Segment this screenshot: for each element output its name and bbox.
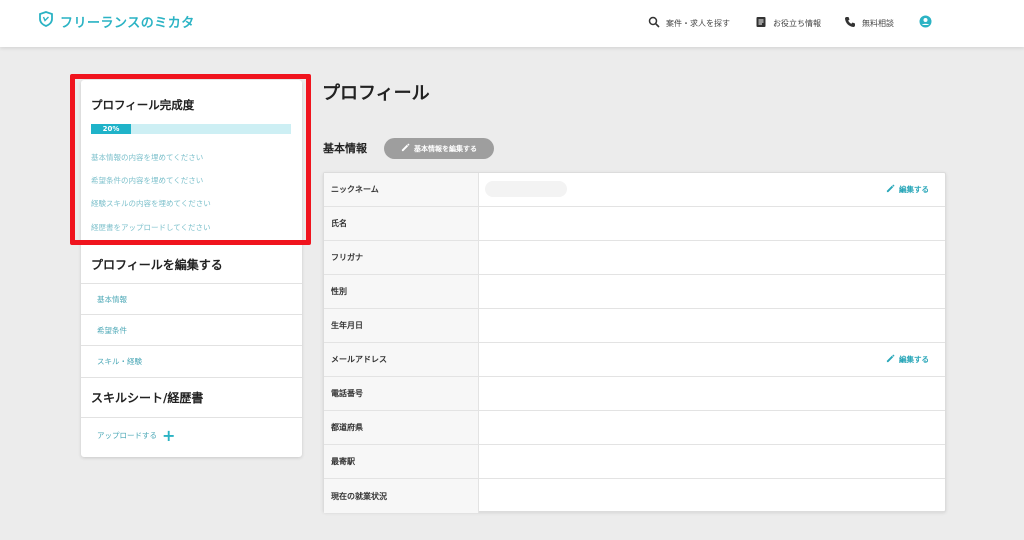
skill-sheet-title: スキルシート/経歴書 — [91, 391, 204, 405]
nav-free-consultation[interactable]: 無料相談 — [844, 16, 894, 30]
table-row-phone: 電話番号 — [324, 377, 945, 411]
basic-info-table: ニックネーム 編集する 氏名 フリガナ 性別 生年月日 メールアドレス 編集する — [323, 172, 946, 513]
nav-useful-info[interactable]: お役立ち情報 — [755, 16, 821, 30]
page-title: プロフィール — [322, 83, 430, 104]
edit-nickname-link[interactable]: 編集する — [886, 184, 929, 195]
completion-progress-bar: 20% — [91, 124, 291, 134]
table-row-email: メールアドレス 編集する — [324, 343, 945, 377]
site-logo[interactable]: フリーランスのミカタ — [38, 11, 195, 31]
logo-text: フリーランスのミカタ — [60, 15, 195, 31]
table-row-nearest-station: 最寄駅 — [324, 445, 945, 479]
table-row-gender: 性別 — [324, 275, 945, 309]
row-label: 氏名 — [324, 207, 479, 240]
sidebar-link-preferences[interactable]: 希望条件 — [97, 325, 127, 336]
nav-consult-label: 無料相談 — [862, 18, 894, 28]
nav-info-label: お役立ち情報 — [773, 18, 821, 28]
row-label: 現在の就業状況 — [324, 479, 479, 513]
row-label: 都道府県 — [324, 411, 479, 444]
sidebar-divider — [81, 314, 302, 315]
edit-email-link[interactable]: 編集する — [886, 354, 929, 365]
todo-basic-info[interactable]: 基本情報の内容を埋めてください — [91, 152, 203, 163]
phone-icon — [844, 16, 856, 30]
table-row-employment-status: 現在の就業状況 — [324, 479, 945, 513]
row-label: ニックネーム — [324, 173, 479, 206]
plus-icon: + — [162, 425, 176, 445]
pencil-icon — [886, 184, 895, 195]
sidebar-divider — [81, 283, 302, 284]
table-row-furigana: フリガナ — [324, 241, 945, 275]
table-row-birthdate: 生年月日 — [324, 309, 945, 343]
row-value — [479, 275, 945, 308]
top-header: フリーランスのミカタ 案件・求人を探す お役立ち情報 無料相談 — [0, 0, 1024, 47]
edit-basic-info-label: 基本情報を編集する — [414, 144, 477, 153]
edit-label: 編集する — [899, 185, 929, 194]
row-label: 生年月日 — [324, 309, 479, 342]
table-row-name: 氏名 — [324, 207, 945, 241]
sidebar-link-basic-info[interactable]: 基本情報 — [97, 294, 127, 305]
row-value — [479, 479, 945, 513]
account-menu[interactable] — [919, 15, 932, 30]
row-value — [479, 445, 945, 478]
row-label: メールアドレス — [324, 343, 479, 376]
row-label: フリガナ — [324, 241, 479, 274]
pencil-icon — [886, 354, 895, 365]
sidebar-link-skills[interactable]: スキル・経験 — [97, 356, 142, 367]
table-row-prefecture: 都道府県 — [324, 411, 945, 445]
section-title-basic-info: 基本情報 — [323, 142, 367, 155]
edit-profile-title: プロフィールを編集する — [91, 258, 223, 272]
account-circle-icon — [919, 15, 932, 30]
row-value — [479, 377, 945, 410]
todo-preferences[interactable]: 希望条件の内容を埋めてください — [91, 175, 203, 186]
row-label: 電話番号 — [324, 377, 479, 410]
row-label: 性別 — [324, 275, 479, 308]
pencil-icon — [401, 143, 410, 154]
sidebar-divider — [81, 345, 302, 346]
row-value — [479, 207, 945, 240]
nav-search-label: 案件・求人を探す — [666, 18, 730, 28]
document-icon — [755, 16, 767, 30]
edit-basic-info-button[interactable]: 基本情報を編集する — [384, 138, 494, 159]
sidebar-divider — [81, 417, 302, 418]
shield-logo-icon — [38, 11, 54, 31]
row-value — [479, 241, 945, 274]
completion-progress-fill: 20% — [91, 124, 131, 134]
edit-label: 編集する — [899, 355, 929, 364]
row-label: 最寄駅 — [324, 445, 479, 478]
row-value — [479, 309, 945, 342]
completion-title: プロフィール完成度 — [91, 98, 195, 112]
upload-resume-link[interactable]: アップロードする + — [97, 425, 176, 445]
sidebar-divider — [81, 377, 302, 378]
row-value — [479, 411, 945, 444]
upload-label: アップロードする — [97, 431, 157, 440]
nav-search-jobs[interactable]: 案件・求人を探す — [648, 16, 730, 30]
masked-value — [485, 181, 567, 197]
row-value: 編集する — [479, 173, 945, 206]
row-value: 編集する — [479, 343, 945, 376]
todo-skills[interactable]: 経験スキルの内容を埋めてください — [91, 198, 211, 209]
search-icon — [648, 16, 660, 30]
table-row-nickname: ニックネーム 編集する — [324, 173, 945, 207]
todo-upload-resume[interactable]: 経歴書をアップロードしてください — [91, 222, 211, 233]
